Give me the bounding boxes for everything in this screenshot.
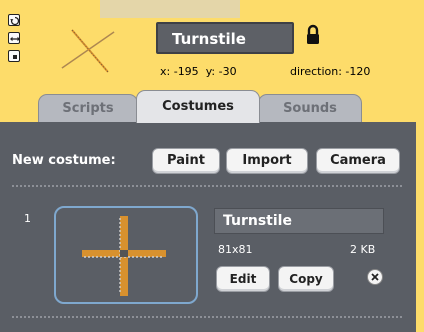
costume-name-field[interactable]: Turnstile (214, 208, 384, 234)
x-label: x: (160, 65, 171, 78)
costume-size: 2 KB (350, 243, 376, 256)
y-label: y: (205, 65, 216, 78)
new-costume-label: New costume: (12, 153, 116, 168)
sprite-coordinates: x: -195 y: -30 (160, 65, 237, 78)
rotate-icon[interactable] (8, 14, 20, 26)
sprite-thumbnail (61, 29, 115, 73)
sprite-name-field[interactable]: Turnstile (156, 22, 294, 54)
y-value: -30 (218, 65, 237, 78)
import-button[interactable]: Import (226, 148, 308, 174)
direction-value: -120 (345, 65, 371, 78)
lock-icon[interactable] (305, 24, 321, 46)
stage-edge (100, 0, 240, 18)
no-rotate-icon[interactable] (8, 50, 20, 62)
divider (12, 316, 402, 318)
camera-button[interactable]: Camera (316, 148, 400, 174)
costume-thumbnail[interactable] (54, 206, 198, 304)
edit-button[interactable]: Edit (216, 266, 270, 292)
panel-edge (416, 122, 424, 332)
divider (12, 185, 402, 187)
direction-label: direction: (290, 65, 342, 78)
costume-dimensions: 81x81 (218, 243, 253, 256)
paint-button[interactable]: Paint (152, 148, 220, 174)
tab-scripts[interactable]: Scripts (38, 94, 138, 122)
tab-sounds[interactable]: Sounds (258, 94, 362, 122)
tab-costumes[interactable]: Costumes (136, 90, 260, 123)
x-value: -195 (173, 65, 199, 78)
sprite-direction: direction: -120 (290, 65, 370, 78)
delete-icon[interactable] (366, 268, 384, 286)
flip-left-right-icon[interactable] (8, 32, 20, 44)
costume-number: 1 (24, 212, 31, 225)
copy-button[interactable]: Copy (278, 266, 334, 292)
